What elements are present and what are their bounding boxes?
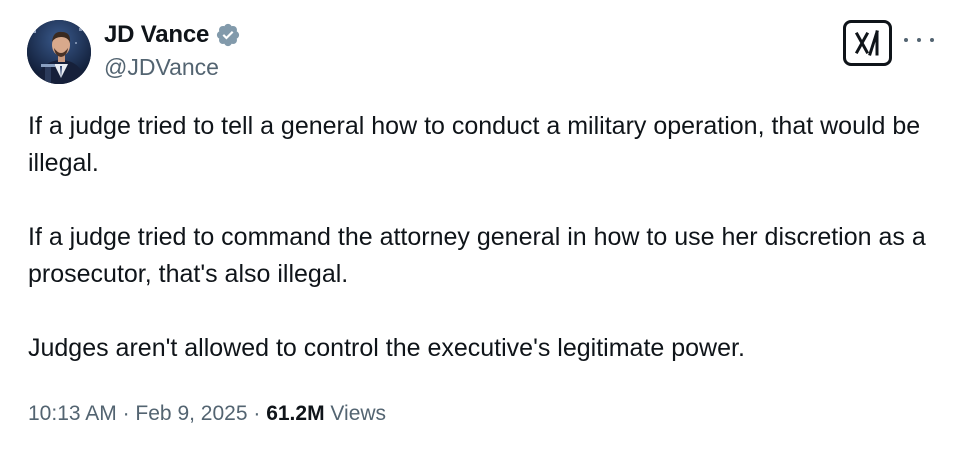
avatar[interactable]	[27, 20, 91, 84]
author-handle[interactable]: @JDVance	[104, 54, 219, 81]
verified-badge-icon[interactable]	[215, 22, 241, 48]
author-name-row: JD Vance	[104, 20, 241, 50]
tweet-text: If a judge tried to tell a general how t…	[28, 108, 938, 367]
grok-logo-icon	[854, 30, 879, 56]
tweet-date[interactable]: Feb 9, 2025	[135, 402, 247, 426]
grok-button[interactable]	[843, 20, 892, 66]
more-options-icon	[917, 38, 921, 42]
profile-photo	[27, 20, 91, 84]
tweet-time[interactable]: 10:13 AM	[28, 402, 117, 426]
tweet-paragraph: If a judge tried to tell a general how t…	[28, 112, 921, 177]
views-label: Views	[330, 402, 387, 425]
more-options-button[interactable]	[904, 28, 934, 52]
meta-separator: ·	[122, 402, 130, 425]
tweet-meta: 10:13 AM · Feb 9, 2025 · 61.2M Views	[28, 402, 386, 426]
views-count[interactable]: 61.2M	[266, 402, 324, 426]
more-options-icon	[930, 38, 934, 42]
tweet-paragraph: Judges aren't allowed to control the exe…	[28, 334, 745, 362]
more-options-icon	[904, 38, 908, 42]
tweet-paragraph: If a judge tried to command the attorney…	[28, 223, 926, 288]
author-display-name[interactable]: JD Vance	[104, 21, 209, 49]
meta-separator: ·	[253, 402, 261, 425]
